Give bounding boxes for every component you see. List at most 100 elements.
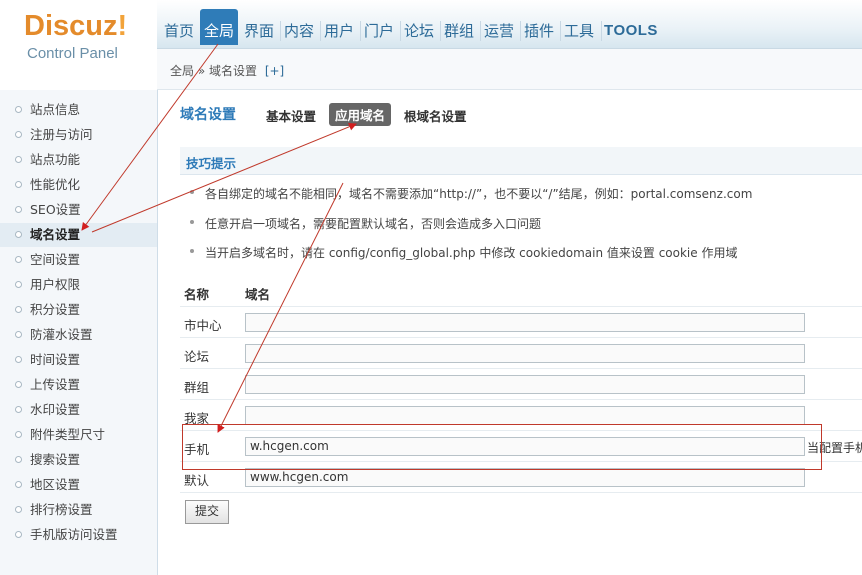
submit-button[interactable]: 提交 xyxy=(185,500,229,524)
circle-bullet-icon xyxy=(15,281,22,288)
sidebar-item-label: 时间设置 xyxy=(30,352,81,367)
sidebar-item-label: 上传设置 xyxy=(30,377,81,392)
circle-bullet-icon xyxy=(15,456,22,463)
column-header-name: 名称 xyxy=(184,287,210,302)
sidebar-item-4[interactable]: 性能优化 xyxy=(0,173,157,197)
page-title: 域名设置 xyxy=(180,107,236,123)
section-header: 域名设置 基本设置 应用域名 根域名设置 xyxy=(180,102,860,126)
tips-header: 技巧提示 xyxy=(180,147,862,175)
bullet-icon xyxy=(190,220,194,224)
top-nav: 首页 全局 界面 内容 用户 门户 论坛 群组 运营 插件 工具 TOOLS xyxy=(157,0,862,49)
tab-separator xyxy=(320,21,321,41)
sidebar-item-2[interactable]: 注册与访问 xyxy=(0,123,157,147)
breadcrumb: 全局 » 域名设置 [+] xyxy=(170,62,284,79)
domain-input[interactable] xyxy=(245,375,805,394)
add-shortcut-link[interactable]: [+] xyxy=(265,64,284,78)
top-tab-2[interactable]: 全局 xyxy=(200,9,238,45)
domain-name-label: 群组 xyxy=(184,380,210,395)
sidebar-item-1[interactable]: 站点信息 xyxy=(0,98,157,122)
bullet-icon xyxy=(190,249,194,253)
sidebar-item-label: 地区设置 xyxy=(30,477,81,492)
header: Discuz! Control Panel 首页 全局 界面 内容 用户 门户 论坛 群组 运营… xyxy=(0,0,862,90)
top-tab-1[interactable]: 首页 xyxy=(162,18,196,44)
top-tab-6[interactable]: 门户 xyxy=(362,18,396,44)
sidebar-item-label: 排行榜设置 xyxy=(30,502,93,517)
logo-title: Discuz! xyxy=(24,10,128,42)
sidebar-item-11[interactable]: 时间设置 xyxy=(0,348,157,372)
sub-tab-1[interactable]: 基本设置 xyxy=(266,106,316,125)
sidebar-item-3[interactable]: 站点功能 xyxy=(0,148,157,172)
bullet-icon xyxy=(190,190,194,194)
sub-tab-2[interactable]: 应用域名 xyxy=(329,103,392,126)
sidebar-item-label: 附件类型尺寸 xyxy=(30,427,106,442)
sidebar-item-12[interactable]: 上传设置 xyxy=(0,373,157,397)
tips-title: 技巧提示 xyxy=(186,156,237,171)
sidebar-item-14[interactable]: 附件类型尺寸 xyxy=(0,423,157,447)
sidebar-item-15[interactable]: 搜索设置 xyxy=(0,448,157,472)
column-header-domain: 域名 xyxy=(245,287,271,302)
annotation-highlight-box xyxy=(182,424,822,470)
top-tab-12[interactable]: TOOLS xyxy=(603,18,659,44)
logo[interactable]: Discuz! Control Panel xyxy=(0,0,157,90)
tab-separator xyxy=(480,21,481,41)
top-tab-9[interactable]: 运营 xyxy=(482,18,516,44)
circle-bullet-icon xyxy=(15,156,22,163)
sidebar-item-18[interactable]: 手机版访问设置 xyxy=(0,523,157,547)
logo-subtitle: Control Panel xyxy=(27,45,118,62)
sidebar-item-16[interactable]: 地区设置 xyxy=(0,473,157,497)
sidebar-item-label: 水印设置 xyxy=(30,402,81,417)
sidebar-item-label: 域名设置 xyxy=(30,227,81,242)
sidebar-item-label: 空间设置 xyxy=(30,252,81,267)
circle-bullet-icon xyxy=(15,306,22,313)
sub-tab-3[interactable]: 根域名设置 xyxy=(404,106,467,125)
sidebar-item-9[interactable]: 积分设置 xyxy=(0,298,157,322)
sidebar-item-6[interactable]: 域名设置 xyxy=(0,223,157,247)
circle-bullet-icon xyxy=(15,256,22,263)
sidebar-item-label: 手机版访问设置 xyxy=(30,527,118,542)
tab-separator xyxy=(400,21,401,41)
tips-box: 技巧提示 各自绑定的域名不能相同，域名不需要添加“http://”，也不要以“/… xyxy=(180,147,862,267)
table-row: 群组 xyxy=(180,369,862,400)
sidebar-item-5[interactable]: SEO设置 xyxy=(0,198,157,222)
circle-bullet-icon xyxy=(15,381,22,388)
tab-separator xyxy=(440,21,441,41)
circle-bullet-icon xyxy=(15,531,22,538)
circle-bullet-icon xyxy=(15,431,22,438)
sidebar-item-13[interactable]: 水印设置 xyxy=(0,398,157,422)
sidebar-item-8[interactable]: 用户权限 xyxy=(0,273,157,297)
domain-input[interactable] xyxy=(245,406,805,425)
table-row: 市中心 xyxy=(180,307,862,338)
sidebar-item-17[interactable]: 排行榜设置 xyxy=(0,498,157,522)
sidebar-item-label: 站点功能 xyxy=(30,152,81,167)
circle-bullet-icon xyxy=(15,206,22,213)
sidebar-item-label: 搜索设置 xyxy=(30,452,81,467)
breadcrumb-bar: 全局 » 域名设置 [+] xyxy=(157,49,862,90)
circle-bullet-icon xyxy=(15,506,22,513)
domain-input[interactable] xyxy=(245,313,805,332)
domain-name-label: 论坛 xyxy=(184,349,210,364)
breadcrumb-path[interactable]: 全局 » 域名设置 xyxy=(170,64,257,78)
circle-bullet-icon xyxy=(15,331,22,338)
circle-bullet-icon xyxy=(15,106,22,113)
main-content: 域名设置 基本设置 应用域名 根域名设置 技巧提示 各自绑定的域名不能相同，域名不需… xyxy=(158,90,862,575)
top-tab-4[interactable]: 内容 xyxy=(282,18,316,44)
sidebar-item-label: 注册与访问 xyxy=(30,127,93,142)
sidebar-item-7[interactable]: 空间设置 xyxy=(0,248,157,272)
domain-input[interactable]: www.hcgen.com xyxy=(245,468,805,487)
top-tab-7[interactable]: 论坛 xyxy=(402,18,436,44)
domain-name-label: 默认 xyxy=(184,473,210,488)
top-tab-5[interactable]: 用户 xyxy=(322,18,356,44)
top-tab-10[interactable]: 插件 xyxy=(522,18,556,44)
tab-separator xyxy=(520,21,521,41)
domain-input[interactable] xyxy=(245,344,805,363)
sidebar-item-label: 站点信息 xyxy=(30,102,81,117)
sidebar-item-10[interactable]: 防灌水设置 xyxy=(0,323,157,347)
sidebar: 站点信息注册与访问站点功能性能优化 SEO设置域名设置空间设置用户权限 积分设置防灌… xyxy=(0,90,158,575)
top-tab-3[interactable]: 界面 xyxy=(242,18,276,44)
top-tab-11[interactable]: 工具 xyxy=(562,18,596,44)
sidebar-item-label: SEO设置 xyxy=(30,202,81,217)
circle-bullet-icon xyxy=(15,131,22,138)
sidebar-item-label: 防灌水设置 xyxy=(30,327,93,342)
circle-bullet-icon xyxy=(15,181,22,188)
top-tab-8[interactable]: 群组 xyxy=(442,18,476,44)
